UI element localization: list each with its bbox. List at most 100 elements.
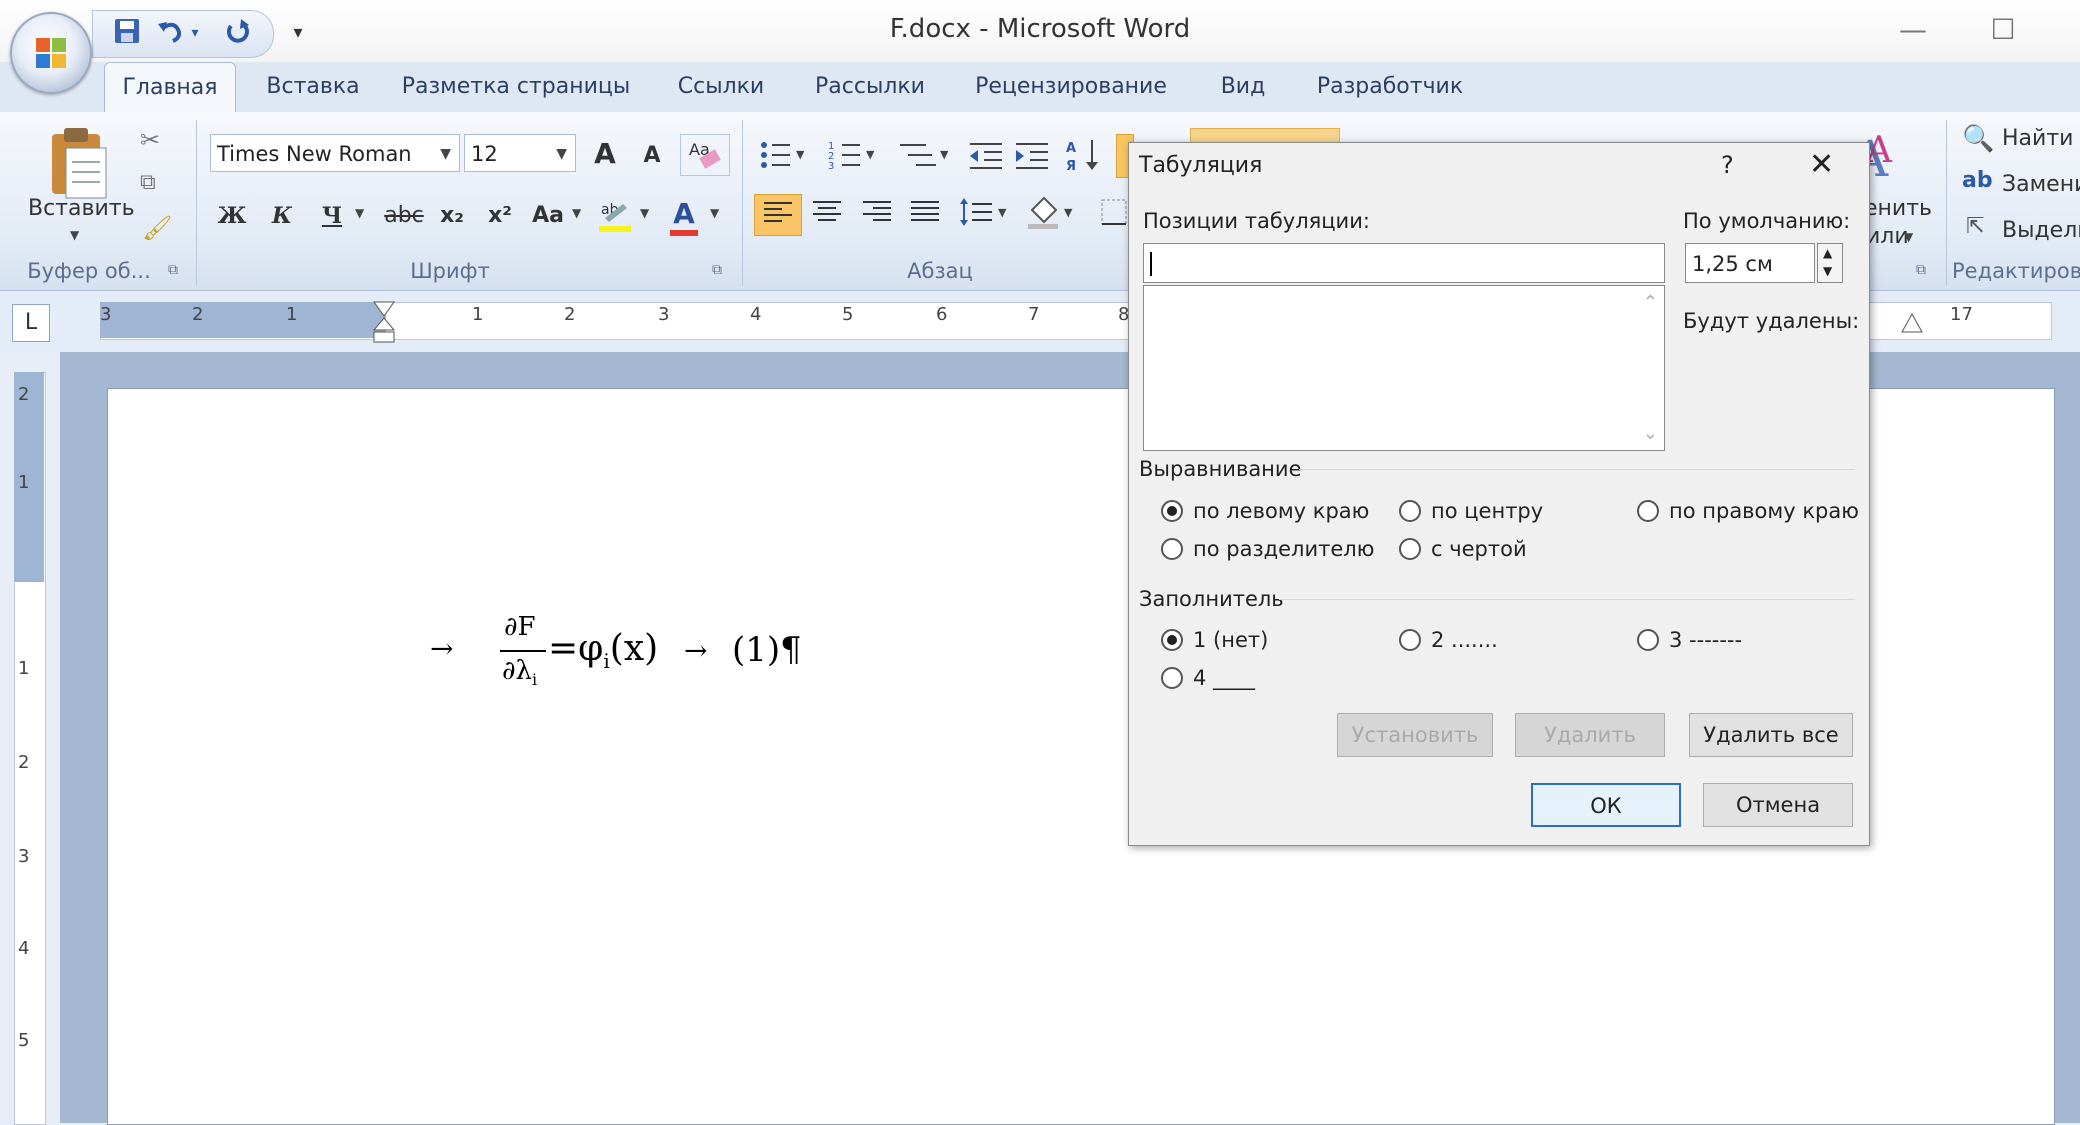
scroll-up-icon[interactable]: ⌃ bbox=[1643, 292, 1658, 313]
underline-dropdown-icon[interactable]: ▼ bbox=[355, 206, 364, 220]
tab-view[interactable]: Вид bbox=[1208, 62, 1278, 112]
select-button[interactable]: Выдели bbox=[2002, 218, 2080, 243]
tab-home[interactable]: Главная bbox=[104, 62, 236, 113]
underline-button[interactable]: Ч bbox=[312, 196, 352, 236]
save-icon[interactable] bbox=[110, 16, 144, 50]
leader-dots-label[interactable]: 2 ....... bbox=[1431, 628, 1498, 652]
spinner-buttons[interactable]: ▲ ▼ bbox=[1817, 243, 1843, 283]
highlight-icon[interactable]: ab bbox=[594, 196, 636, 236]
tab-insert[interactable]: Вставка bbox=[254, 62, 372, 112]
radio-leader-none[interactable] bbox=[1161, 629, 1183, 651]
undo-icon[interactable] bbox=[153, 16, 187, 50]
styles-launcher-icon[interactable]: ⧉ bbox=[1916, 262, 1926, 278]
find-icon[interactable]: 🔍 bbox=[1962, 124, 1994, 154]
highlight-dropdown-icon[interactable]: ▼ bbox=[640, 206, 649, 220]
cancel-button[interactable]: Отмена bbox=[1703, 783, 1853, 827]
clipboard-launcher-icon[interactable]: ⧉ bbox=[168, 262, 178, 278]
radio-leader-dots[interactable] bbox=[1399, 629, 1421, 651]
format-painter-icon[interactable]: 🖌 bbox=[142, 214, 172, 242]
customize-qat-icon[interactable]: ▾ bbox=[286, 16, 310, 50]
paste-icon[interactable] bbox=[44, 122, 116, 202]
align-right-label[interactable]: по правому краю bbox=[1669, 499, 1859, 523]
set-button[interactable]: Установить bbox=[1337, 713, 1493, 757]
scroll-down-icon[interactable]: ⌄ bbox=[1643, 423, 1658, 444]
redo-icon[interactable] bbox=[220, 16, 254, 50]
radio-align-center[interactable] bbox=[1399, 500, 1421, 522]
align-center-label[interactable]: по центру bbox=[1431, 499, 1543, 523]
subscript-button[interactable]: x₂ bbox=[432, 196, 472, 236]
case-dropdown-icon[interactable]: ▼ bbox=[572, 206, 581, 220]
spin-up-icon[interactable]: ▲ bbox=[1823, 246, 1832, 260]
undo-dropdown-icon[interactable]: ▾ bbox=[186, 16, 204, 50]
font-size-combo[interactable]: 12 ▼ bbox=[464, 134, 576, 172]
tab-selector[interactable]: L bbox=[12, 304, 50, 342]
paste-button-label[interactable]: Вставить bbox=[28, 196, 135, 221]
increase-indent-icon[interactable] bbox=[1012, 136, 1052, 176]
maximize-icon[interactable]: ☐ bbox=[1983, 12, 2023, 48]
tab-mailings[interactable]: Рассылки bbox=[808, 62, 932, 112]
select-icon[interactable]: ⇱ bbox=[1966, 214, 1984, 239]
leader-none-label[interactable]: 1 (нет) bbox=[1193, 628, 1268, 652]
clear-button[interactable]: Удалить bbox=[1515, 713, 1665, 757]
tab-developer[interactable]: Разработчик bbox=[1310, 62, 1470, 112]
align-decimal-label[interactable]: по разделителю bbox=[1193, 537, 1374, 561]
copy-icon[interactable]: ⧉ bbox=[140, 170, 156, 195]
grow-font-button[interactable]: A bbox=[586, 134, 624, 174]
bold-button[interactable]: Ж bbox=[212, 196, 252, 236]
replace-icon[interactable]: ab bbox=[1962, 168, 1993, 193]
close-icon[interactable]: ✕ bbox=[1809, 147, 1834, 182]
align-left-icon[interactable] bbox=[754, 194, 802, 236]
line-spacing-icon[interactable]: ▼ bbox=[956, 194, 1012, 234]
radio-leader-dashes[interactable] bbox=[1637, 629, 1659, 651]
font-launcher-icon[interactable]: ⧉ bbox=[712, 262, 722, 278]
align-left-label[interactable]: по левому краю bbox=[1193, 499, 1369, 523]
font-color-dropdown-icon[interactable]: ▼ bbox=[710, 206, 719, 220]
clear-formatting-icon[interactable]: Aa bbox=[680, 134, 730, 176]
tab-review[interactable]: Рецензирование bbox=[966, 62, 1176, 112]
help-button[interactable]: ? bbox=[1721, 151, 1734, 179]
change-styles-label[interactable]: енить bbox=[1864, 196, 1932, 221]
radio-align-bar[interactable] bbox=[1399, 538, 1421, 560]
change-case-button[interactable]: Aa bbox=[526, 196, 570, 236]
spin-down-icon[interactable]: ▼ bbox=[1823, 264, 1832, 278]
strikethrough-button[interactable]: abc bbox=[380, 196, 428, 236]
shading-icon[interactable]: ▼ bbox=[1024, 194, 1080, 234]
clear-all-button[interactable]: Удалить все bbox=[1689, 713, 1853, 757]
replace-button[interactable]: Замени bbox=[2002, 172, 2080, 197]
radio-align-decimal[interactable] bbox=[1161, 538, 1183, 560]
superscript-button[interactable]: x² bbox=[480, 196, 520, 236]
shrink-font-button[interactable]: A bbox=[634, 136, 670, 176]
indent-marker-icon[interactable] bbox=[372, 300, 396, 346]
tab-positions-input[interactable] bbox=[1143, 243, 1665, 283]
leader-underline-label[interactable]: 4 ____ bbox=[1193, 666, 1255, 690]
change-styles-label-2[interactable]: или bbox=[1866, 224, 1909, 249]
bullets-icon[interactable]: ▼ bbox=[756, 136, 810, 176]
font-name-combo[interactable]: Times New Roman ▼ bbox=[210, 134, 460, 172]
paste-dropdown-icon[interactable]: ▼ bbox=[70, 228, 79, 242]
tab-page-layout[interactable]: Разметка страницы bbox=[398, 62, 634, 112]
default-stops-spinner[interactable]: 1,25 см bbox=[1685, 243, 1815, 283]
tab-references[interactable]: Ссылки bbox=[666, 62, 776, 112]
ok-button[interactable]: ОК bbox=[1531, 783, 1681, 827]
italic-button[interactable]: К bbox=[262, 196, 302, 236]
justify-icon[interactable] bbox=[902, 194, 948, 234]
align-right-icon[interactable] bbox=[854, 194, 900, 234]
radio-align-left[interactable] bbox=[1161, 500, 1183, 522]
numbering-icon[interactable]: 1 2 3 ▼ bbox=[826, 136, 880, 176]
font-color-button[interactable]: A bbox=[664, 194, 704, 234]
tab-positions-list[interactable]: ⌃ ⌄ bbox=[1143, 285, 1665, 451]
borders-icon[interactable] bbox=[1096, 194, 1132, 234]
leader-dashes-label[interactable]: 3 ------- bbox=[1669, 628, 1742, 652]
styles-dropdown-icon[interactable]: ▼ bbox=[1904, 230, 1913, 244]
sort-icon[interactable]: АЯ bbox=[1064, 136, 1104, 176]
radio-align-right[interactable] bbox=[1637, 500, 1659, 522]
cut-icon[interactable]: ✂ bbox=[140, 126, 160, 154]
align-center-icon[interactable] bbox=[804, 194, 850, 234]
office-button[interactable] bbox=[10, 12, 92, 94]
minimize-icon[interactable]: — bbox=[1893, 12, 1933, 48]
right-indent-marker-icon[interactable] bbox=[1900, 312, 1924, 336]
decrease-indent-icon[interactable] bbox=[966, 136, 1006, 176]
multilevel-list-icon[interactable]: ▼ bbox=[896, 136, 954, 176]
find-button[interactable]: Найти bbox=[2002, 126, 2073, 151]
radio-leader-underline[interactable] bbox=[1161, 667, 1183, 689]
